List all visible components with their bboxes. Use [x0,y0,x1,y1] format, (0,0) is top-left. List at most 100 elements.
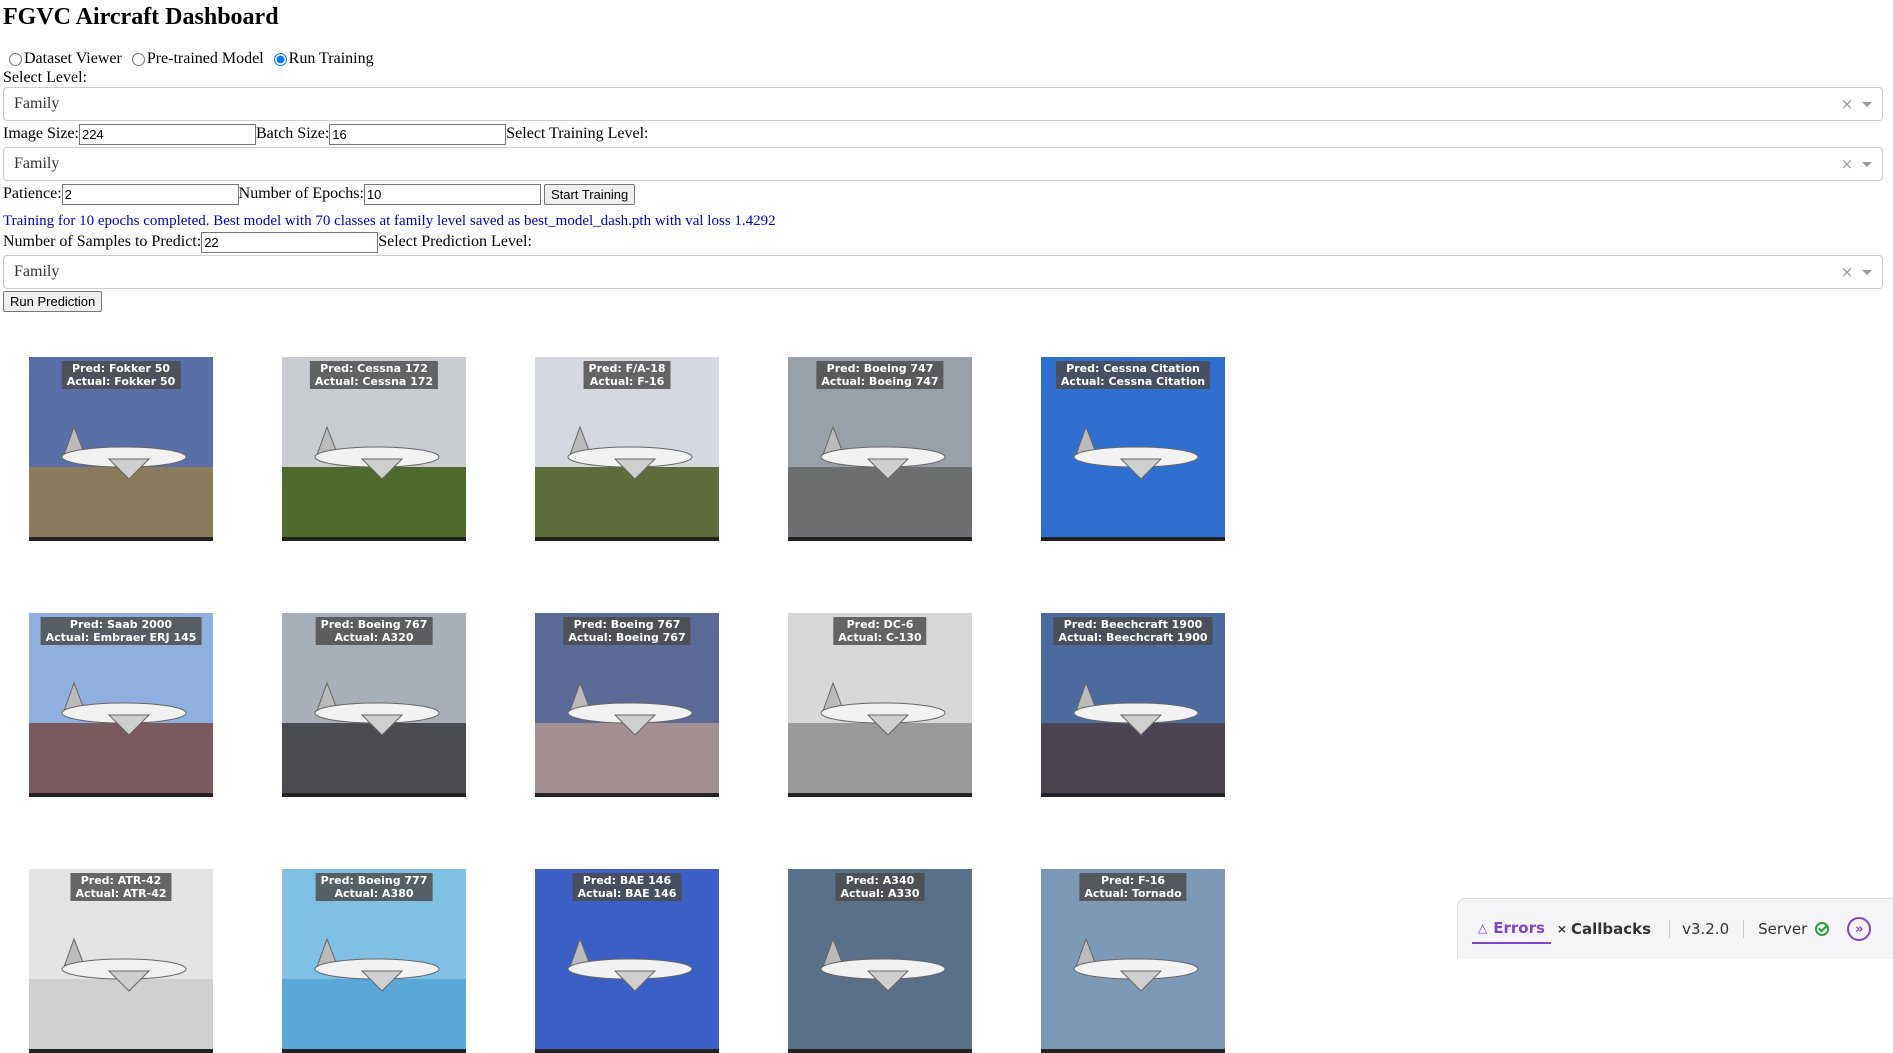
dropdown-controls: × [1838,263,1882,281]
image-size-label: Image Size: [3,125,79,142]
collapse-toggle-icon[interactable]: » [1847,917,1872,941]
mode-radio-dataset-viewer[interactable] [9,52,22,66]
predicted-label: Pred: A340 [845,874,915,887]
app-root: FGVC Aircraft Dashboard Dataset Viewer P… [0,0,1893,312]
prediction-caption: Pred: Boeing 767 Actual: A320 [315,617,433,645]
actual-label: Actual: Embraer ERJ 145 [45,631,197,644]
prediction-card: Pred: A340 Actual: A330 [788,869,972,1053]
predicted-label: Pred: Fokker 50 [71,362,171,375]
version-label: v3.2.0 [1669,920,1729,938]
dropdown-value: Family [14,263,60,280]
prediction-caption: Pred: Boeing 767 Actual: Boeing 767 [563,617,691,645]
prediction-caption: Pred: Boeing 777 Actual: A380 [315,873,433,901]
actual-label: Actual: Beechcraft 1900 [1058,631,1208,644]
run-prediction-button[interactable]: Run Prediction [3,291,103,312]
select-level-label: Select Level: [3,69,87,86]
actual-label: Actual: A380 [334,887,414,900]
predicted-label: Pred: F/A-18 [588,362,666,375]
select-level-dropdown[interactable]: Family × [3,87,1883,121]
epochs-input[interactable] [363,183,541,205]
predicted-label: Pred: Cessna 172 [320,362,428,375]
check-circle-icon [1815,922,1830,936]
batch-size-input[interactable] [329,123,507,145]
prediction-card: Pred: Boeing 747 Actual: Boeing 747 [788,357,972,541]
mode-radio-pretrained-model[interactable] [131,52,145,66]
actual-label: Actual: C-130 [838,631,922,644]
prediction-card: Pred: Boeing 767 Actual: A320 [282,613,466,797]
actual-label: Actual: Boeing 767 [568,631,686,644]
mode-radio-run-training[interactable] [273,52,287,66]
dropdown-value: Family [14,155,60,172]
dropdown-controls: × [1838,155,1882,173]
actual-label: Actual: A330 [840,887,920,900]
patience-label: Patience: [3,185,62,202]
actual-label: Actual: Cessna 172 [314,375,434,388]
prediction-caption: Pred: Beechcraft 1900 Actual: Beechcraft … [1053,617,1213,645]
prediction-caption: Pred: A340 Actual: A330 [835,873,925,901]
clear-icon[interactable]: × [1838,263,1856,281]
prediction-caption: Pred: ATR-42 Actual: ATR-42 [70,873,172,901]
prediction-level-label: Select Prediction Level: [378,233,532,250]
training-level-label: Select Training Level: [506,125,649,142]
mode-selector: Dataset Viewer Pre-trained Model Run Tra… [3,49,1890,69]
prediction-caption: Pred: F/A-18 Actual: F-16 [583,361,671,389]
actual-label: Actual: ATR-42 [75,887,167,900]
prediction-card: Pred: Beechcraft 1900 Actual: Beechcraft … [1041,613,1225,797]
prediction-caption: Pred: BAE 146 Actual: BAE 146 [572,873,682,901]
callbacks-graph-icon: ⨯ [1556,922,1567,936]
actual-label: Actual: A320 [334,631,414,644]
training-params-row: Image Size: Batch Size: Select Training … [3,123,1890,145]
prediction-card: Pred: F-16 Actual: Tornado [1041,869,1225,1053]
image-size-input[interactable] [78,123,256,145]
predicted-label: Pred: Boeing 747 [826,362,934,375]
mode-label: Pre-trained Model [146,50,264,67]
prediction-caption: Pred: Saab 2000 Actual: Embraer ERJ 145 [40,617,202,645]
start-training-button[interactable]: Start Training [543,183,636,205]
dash-debug-bar: △ Errors ⨯ Callbacks v3.2.0 Server » [1457,898,1893,959]
prediction-card: Pred: Cessna 172 Actual: Cessna 172 [282,357,466,541]
actual-label: Actual: Boeing 747 [821,375,939,388]
prediction-caption: Pred: F-16 Actual: Tornado [1079,873,1187,901]
mode-label: Run Training [288,50,374,67]
prediction-caption: Pred: Cessna 172 Actual: Cessna 172 [309,361,439,389]
prediction-level-dropdown[interactable]: Family × [3,255,1883,289]
mode-option-run-training[interactable]: Run Training [268,50,374,68]
prediction-card: Pred: ATR-42 Actual: ATR-42 [29,869,213,1053]
predicted-label: Pred: Saab 2000 [69,618,173,631]
batch-size-label: Batch Size: [255,125,330,142]
callbacks-tab[interactable]: ⨯ Callbacks [1551,915,1657,943]
mode-option-dataset-viewer[interactable]: Dataset Viewer [3,50,122,68]
samples-input[interactable] [201,231,379,253]
predicted-label: Pred: ATR-42 [80,874,162,887]
mode-option-pretrained-model[interactable]: Pre-trained Model [126,50,264,68]
predicted-label: Pred: Boeing 777 [320,874,428,887]
prediction-caption: Pred: Boeing 747 Actual: Boeing 747 [816,361,944,389]
predicted-label: Pred: DC-6 [846,618,914,631]
prediction-card: Pred: F/A-18 Actual: F-16 [535,357,719,541]
samples-label: Number of Samples to Predict: [3,233,202,250]
predicted-label: Pred: Beechcraft 1900 [1063,618,1203,631]
actual-label: Actual: Cessna Citation [1060,375,1206,388]
predicted-label: Pred: F-16 [1100,874,1166,887]
run-prediction-row: Run Prediction [3,291,1890,312]
chevron-down-icon[interactable] [1862,161,1872,167]
server-label: Server [1758,920,1808,938]
chevron-down-icon[interactable] [1862,269,1872,275]
dropdown-value: Family [14,95,60,112]
chevron-down-icon[interactable] [1862,101,1872,107]
dropdown-controls: × [1838,95,1882,113]
patience-input[interactable] [61,183,239,205]
page-title: FGVC Aircraft Dashboard [3,4,279,30]
training-status-message: Training for 10 epochs completed. Best m… [3,213,776,229]
prediction-card: Pred: DC-6 Actual: C-130 [788,613,972,797]
errors-tab[interactable]: △ Errors [1472,914,1551,944]
actual-label: Actual: Tornado [1084,887,1182,900]
mode-label: Dataset Viewer [24,50,122,67]
clear-icon[interactable]: × [1838,155,1856,173]
training-level-dropdown[interactable]: Family × [3,147,1883,181]
actual-label: Actual: Fokker 50 [66,375,176,388]
predicted-label: Pred: BAE 146 [582,874,672,887]
predicted-label: Pred: Boeing 767 [320,618,428,631]
clear-icon[interactable]: × [1838,95,1856,113]
prediction-card: Pred: Boeing 767 Actual: Boeing 767 [535,613,719,797]
